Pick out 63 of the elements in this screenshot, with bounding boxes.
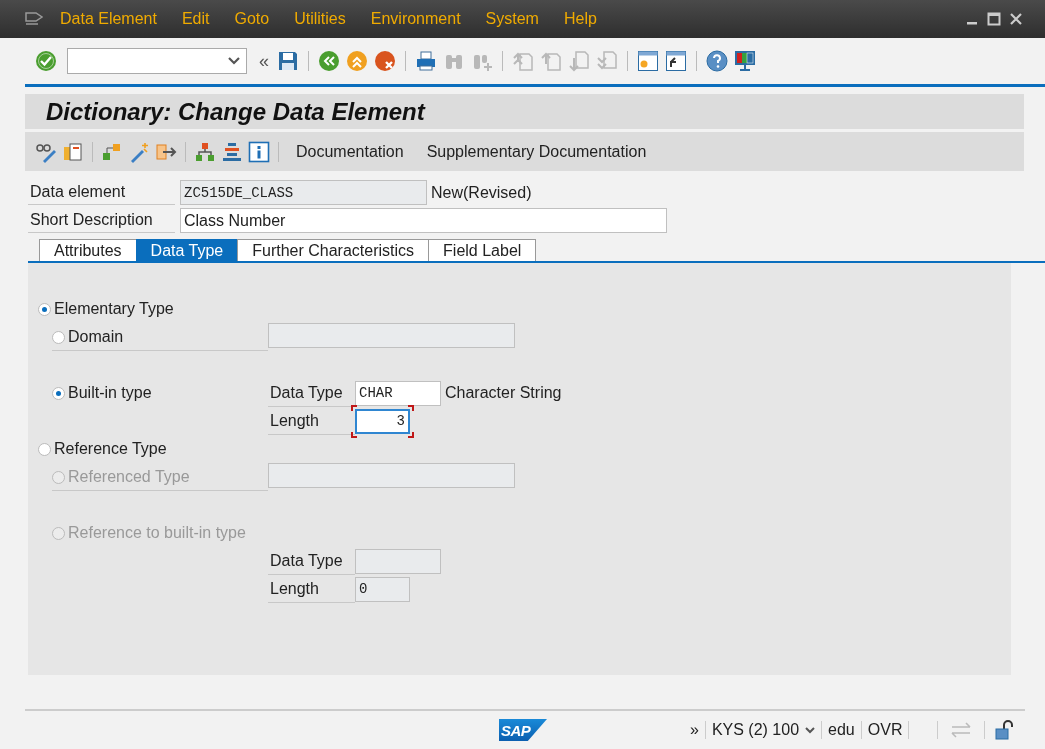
menu-item[interactable]: Goto (234, 10, 270, 28)
radio-icon[interactable] (52, 330, 65, 344)
server-name: edu (827, 721, 856, 739)
save-icon[interactable] (277, 50, 299, 72)
field-label: Data element (28, 180, 175, 205)
status-text: New(Revised) (431, 183, 532, 202)
input-field[interactable]: CHAR (355, 380, 441, 406)
tab[interactable]: Further Characteristics (237, 239, 430, 261)
menu-item[interactable]: Utilities (294, 10, 346, 28)
tab[interactable]: Data Type (135, 239, 239, 261)
monitor-icon[interactable] (734, 50, 756, 72)
hierarchy-icon[interactable] (194, 140, 216, 163)
stacked-bars-icon[interactable] (221, 140, 243, 163)
radio-button[interactable]: Reference Type (38, 435, 1011, 463)
close-icon[interactable] (1009, 12, 1023, 26)
system-info[interactable]: KYS (2) 100 (705, 721, 806, 739)
field-label: Short Description (28, 208, 175, 233)
radio-icon[interactable] (38, 302, 51, 316)
radio-icon[interactable] (52, 386, 65, 400)
menu-icon[interactable] (25, 12, 43, 26)
input-field[interactable]: ZC515DE_CLASS (180, 180, 427, 205)
enter-check-icon[interactable] (35, 50, 57, 72)
radio-label: Reference to built-in type (68, 524, 246, 542)
radio-label: Built-in type (68, 384, 152, 402)
document-swap-icon[interactable] (62, 140, 84, 163)
shortcut-window-icon[interactable] (665, 50, 687, 72)
menu-item[interactable]: Data Element (60, 10, 157, 28)
radio-label: Elementary Type (54, 300, 174, 318)
expand-button[interactable]: » (684, 721, 705, 739)
radio-label: Domain (68, 328, 124, 346)
logo: SAP (499, 719, 547, 741)
back-icon[interactable] (318, 50, 340, 72)
print-icon[interactable] (415, 50, 437, 72)
menu-item[interactable]: Edit (181, 10, 210, 28)
collapse-button[interactable]: « (259, 50, 269, 72)
command-field[interactable] (67, 48, 247, 74)
input-field[interactable] (268, 323, 515, 348)
toolbar-button[interactable]: Documentation (287, 142, 413, 161)
exit-icon[interactable] (346, 50, 368, 72)
radio-button[interactable]: Built-in type (52, 379, 268, 407)
help-icon[interactable] (706, 50, 728, 72)
radio-label: Reference Type (54, 440, 167, 458)
tab[interactable]: Attributes (39, 239, 137, 261)
screen-title: Dictionary: Change Data Element (25, 94, 1024, 129)
insert-mode[interactable]: OVR (861, 721, 909, 739)
radio-button[interactable]: Elementary Type (38, 295, 1011, 323)
radio-button[interactable]: Domain (52, 323, 268, 351)
dropdown-icon[interactable] (228, 57, 240, 65)
radio-label: Referenced Type (68, 468, 190, 486)
info-icon[interactable] (248, 140, 270, 163)
field-description: Character String (445, 384, 562, 402)
radio-icon[interactable] (38, 442, 51, 456)
menu-item[interactable]: System (485, 10, 539, 28)
dropdown-icon[interactable] (805, 726, 816, 734)
toolbar-button[interactable]: Supplementary Documentation (417, 142, 656, 161)
input-field[interactable]: Class Number (180, 208, 667, 233)
maximize-icon[interactable] (987, 12, 1001, 26)
tab[interactable]: Field Label (428, 239, 537, 261)
cancel-icon[interactable] (374, 50, 396, 72)
menu-item[interactable]: Help (563, 10, 597, 28)
menu-item[interactable]: Environment (370, 10, 461, 28)
new-window-icon[interactable] (637, 50, 659, 72)
padlock-open-icon[interactable] (995, 720, 1014, 740)
